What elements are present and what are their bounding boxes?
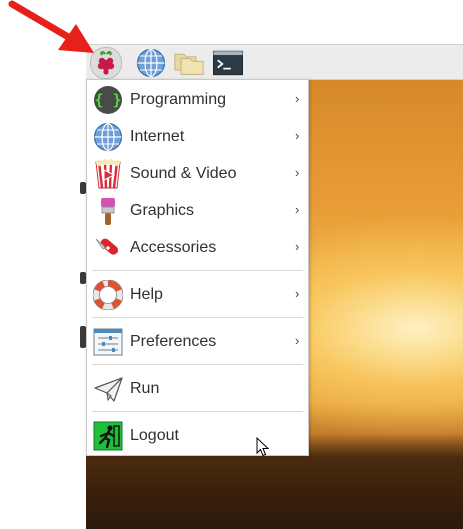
paintbrush-icon — [93, 196, 123, 226]
chevron-right-icon: › — [295, 286, 300, 301]
menu-separator — [92, 364, 303, 365]
menu-item-label: Internet — [130, 128, 185, 145]
application-menu: { } Programming › Internet › Sound & Vid… — [86, 79, 309, 456]
terminal-launcher[interactable] — [213, 48, 243, 78]
menu-item-graphics[interactable]: Graphics › — [87, 193, 308, 229]
menu-item-label: Run — [130, 380, 160, 397]
chevron-right-icon: › — [295, 239, 300, 254]
terminal-icon — [213, 50, 243, 76]
mouse-cursor-icon — [256, 437, 270, 457]
menu-separator — [92, 317, 303, 318]
menu-item-label: Sound & Video — [130, 165, 237, 182]
menu-item-label: Logout — [130, 427, 179, 444]
red-arrow-annotation — [8, 0, 94, 53]
file-manager-launcher[interactable] — [174, 48, 204, 78]
menu-item-run[interactable]: Run — [87, 371, 308, 407]
browser-launcher[interactable] — [136, 48, 166, 78]
knife-icon — [93, 233, 123, 263]
globe-icon — [93, 122, 123, 152]
menu-item-help[interactable]: Help › — [87, 277, 308, 313]
menu-item-label: Programming — [130, 91, 227, 108]
menu-item-preferences[interactable]: Preferences › — [87, 324, 308, 360]
chevron-right-icon: › — [295, 202, 300, 217]
menu-item-sound-video[interactable]: Sound & Video › — [87, 156, 308, 192]
chevron-right-icon: › — [295, 165, 300, 180]
desktop-icons-partial — [72, 176, 86, 396]
menu-item-label: Preferences — [130, 333, 217, 350]
sliders-icon — [93, 327, 123, 357]
taskbar — [86, 44, 463, 80]
menu-item-internet[interactable]: Internet › — [87, 119, 308, 155]
braces-icon: { } — [93, 85, 123, 115]
menu-separator — [92, 411, 303, 412]
menu-item-logout[interactable]: Logout — [87, 418, 308, 454]
menu-separator — [92, 270, 303, 271]
lifebuoy-icon — [93, 280, 123, 310]
menu-item-label: Graphics — [130, 202, 195, 219]
chevron-right-icon: › — [295, 128, 300, 143]
menu-item-label: Accessories — [130, 239, 217, 256]
menu-item-programming[interactable]: { } Programming › — [87, 82, 308, 118]
chevron-right-icon: › — [295, 91, 300, 106]
exit-icon — [93, 421, 123, 451]
svg-text:{ }: { } — [94, 91, 121, 109]
menu-item-label: Help — [130, 286, 163, 303]
menu-item-accessories[interactable]: Accessories › — [87, 230, 308, 266]
chevron-right-icon: › — [295, 333, 300, 348]
folder-icon — [174, 53, 204, 75]
paper-plane-icon — [93, 374, 123, 404]
globe-icon — [136, 48, 166, 78]
popcorn-icon — [93, 159, 123, 189]
